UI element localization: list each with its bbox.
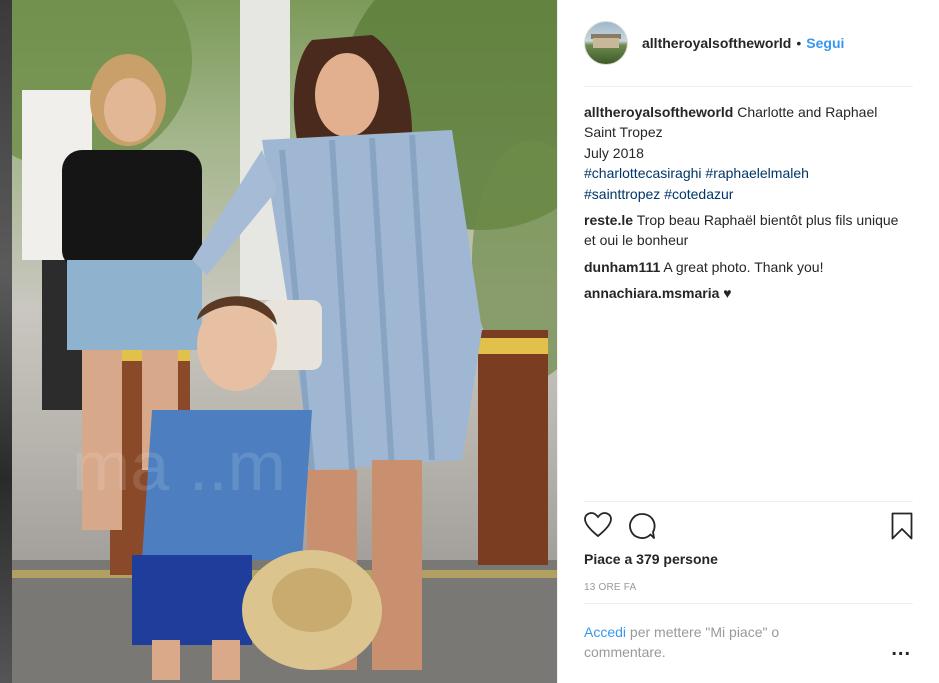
comment-icon[interactable] [628,512,656,545]
login-link[interactable]: Accedi [584,624,626,640]
comments-section: alltheroyalsoftheworld Charlotte and Rap… [584,102,914,304]
footer-divider [584,603,913,604]
login-prompt: Accedi per mettere "Mi piace" o commenta… [584,622,854,663]
hashtag-link[interactable]: #cotedazur [664,186,733,202]
photo-illustration: ma ..m [12,0,557,683]
caption-line-1: Charlotte and Raphael [737,104,878,120]
comment-username[interactable]: annachiara.msmaria [584,285,719,301]
hashtag-link[interactable]: #raphaelelmaleh [705,165,809,181]
comment-text: A great photo. Thank you! [663,258,824,275]
separator-dot: • [796,35,802,51]
hashtag-link[interactable]: #charlottecasiraghi [584,165,702,181]
follow-button[interactable]: Segui [806,35,844,51]
likes-count[interactable]: Piace a 379 persone [584,551,718,567]
action-bar [584,512,913,542]
post-side-panel: alltheroyalsoftheworld • Segui alltheroy… [557,0,939,683]
header-divider [584,86,913,87]
comment-item: annachiara.msmaria ♥ [584,283,914,303]
post-timestamp[interactable]: 13 ORE FA [584,582,636,593]
bookmark-icon[interactable] [891,512,913,545]
post-header: alltheroyalsoftheworld • Segui [584,19,913,67]
comment-text: ♥ [723,285,732,302]
comment-item: dunham111 A great photo. Thank you! [584,257,914,277]
post-photo[interactable]: ma ..m [12,0,557,683]
actions-divider [584,501,913,502]
more-options-button[interactable]: ... [891,638,911,661]
caption-line-3: July 2018 [584,144,644,161]
heart-icon[interactable] [584,512,612,543]
comment-username[interactable]: dunham111 [584,259,660,275]
comment-username[interactable]: reste.le [584,212,633,228]
caption-username[interactable]: alltheroyalsoftheworld [584,104,733,120]
caption-line-2: Saint Tropez [584,124,663,141]
profile-avatar[interactable] [584,21,628,65]
caption: alltheroyalsoftheworld Charlotte and Rap… [584,102,914,204]
header-username[interactable]: alltheroyalsoftheworld [642,35,791,51]
left-window-edge [0,0,12,683]
hashtag-link[interactable]: #sainttropez [584,186,660,202]
svg-text:ma ..m: ma ..m [72,427,286,505]
comment-item: reste.le Trop beau Raphaël bientôt plus … [584,210,914,251]
